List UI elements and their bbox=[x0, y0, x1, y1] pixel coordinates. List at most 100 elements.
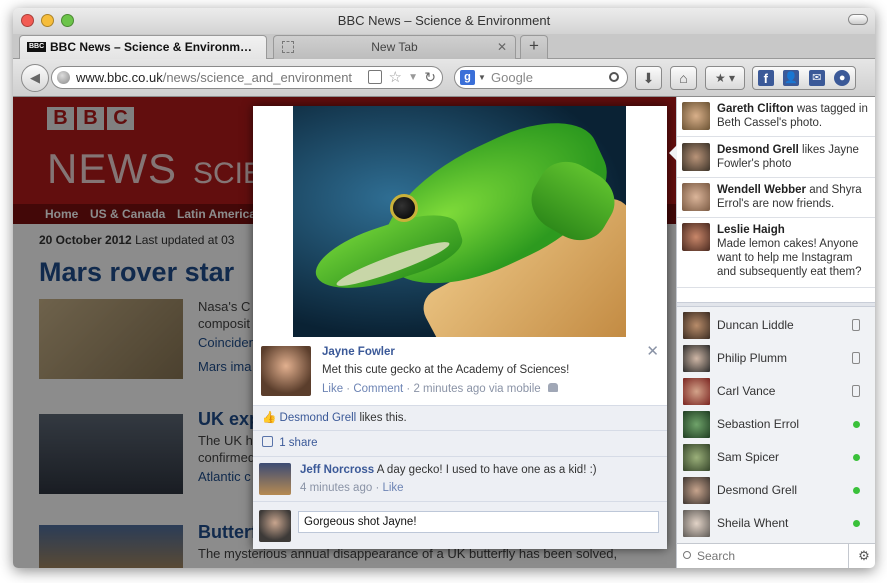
ticker-avatar bbox=[682, 183, 710, 211]
search-engine-dropdown-icon[interactable]: ▼ bbox=[478, 67, 486, 88]
ticker-item-highlighted[interactable]: Desmond Grell likes Jayne Fowler's photo bbox=[677, 137, 875, 178]
chat-search-bar: Search ⚙ bbox=[677, 543, 875, 568]
friend-avatar bbox=[683, 411, 710, 438]
online-status-icon bbox=[853, 487, 860, 494]
chat-friend-philip-plumm[interactable]: Philip Plumm bbox=[677, 342, 875, 375]
ticker-text: Made lemon cakes! Anyone want to help me… bbox=[717, 238, 862, 278]
friend-name: Duncan Liddle bbox=[717, 318, 794, 332]
browser-toolbar: ◀ www.bbc.co.uk/news/science_and_environ… bbox=[13, 59, 875, 97]
online-status-icon bbox=[853, 454, 860, 461]
chat-friend-sebastion-errol[interactable]: Sebastion Errol bbox=[677, 408, 875, 441]
ticker: Gareth Clifton was tagged in Beth Cassel… bbox=[677, 97, 875, 302]
notifications-globe-icon[interactable]: ● bbox=[834, 70, 851, 86]
post-author[interactable]: Jayne Fowler bbox=[322, 346, 395, 358]
messages-icon[interactable]: ✉ bbox=[808, 70, 825, 86]
bookmarks-menu-button[interactable]: ★ ▾ bbox=[705, 66, 745, 90]
gecko-photo[interactable] bbox=[293, 106, 626, 337]
tab-bar: BBC BBC News – Science & Environm… New T… bbox=[13, 34, 875, 59]
window-title: BBC News – Science & Environment bbox=[337, 13, 551, 28]
back-arrow-icon: ◀ bbox=[30, 70, 40, 85]
bookmark-star-icon[interactable]: ☆ bbox=[389, 67, 402, 88]
bbc-favicon-icon: BBC bbox=[27, 42, 47, 52]
online-status-icon bbox=[853, 421, 860, 428]
comment-link[interactable]: Comment bbox=[353, 383, 403, 395]
zoom-window-button[interactable] bbox=[61, 14, 74, 27]
share-icon bbox=[262, 436, 273, 447]
social-toolbar: f 👤 ✉ ● bbox=[752, 66, 856, 90]
new-tab-button[interactable]: + bbox=[520, 35, 548, 59]
ticker-avatar bbox=[682, 102, 710, 130]
tab-label: New Tab bbox=[371, 40, 418, 54]
google-search-engine-icon[interactable]: g bbox=[460, 70, 475, 85]
search-field[interactable]: g ▼ Google bbox=[454, 66, 628, 89]
audience-friends-icon[interactable] bbox=[547, 383, 558, 392]
chat-search-input[interactable]: Search bbox=[677, 544, 849, 568]
address-bar[interactable]: www.bbc.co.uk/news/science_and_environme… bbox=[51, 66, 443, 89]
chat-friend-duncan-liddle[interactable]: Duncan Liddle bbox=[677, 309, 875, 342]
my-avatar bbox=[259, 510, 291, 542]
back-button[interactable]: ◀ bbox=[21, 64, 49, 92]
commenter-avatar[interactable] bbox=[259, 463, 291, 495]
friend-avatar bbox=[683, 510, 710, 537]
friend-requests-icon[interactable]: 👤 bbox=[783, 70, 800, 86]
mobile-icon bbox=[852, 352, 860, 364]
friend-avatar bbox=[683, 444, 710, 471]
ticker-item[interactable]: Gareth Clifton was tagged in Beth Cassel… bbox=[677, 97, 875, 137]
url-path: /news/science_and_environment bbox=[162, 70, 353, 85]
chat-friend-desmond-grell[interactable]: Desmond Grell bbox=[677, 474, 875, 507]
tab-new-tab[interactable]: New Tab ✕ bbox=[273, 35, 516, 59]
facebook-sidebar: Gareth Clifton was tagged in Beth Cassel… bbox=[669, 97, 875, 568]
close-window-button[interactable] bbox=[21, 14, 34, 27]
chat-list: Duncan Liddle Philip Plumm Carl Vance Se… bbox=[677, 309, 875, 541]
ticker-item[interactable]: Leslie Haigh Made lemon cakes! Anyone wan… bbox=[677, 218, 875, 288]
minimize-window-button[interactable] bbox=[41, 14, 54, 27]
chat-friend-sam-spicer[interactable]: Sam Spicer bbox=[677, 441, 875, 474]
thumbs-up-icon: 👍 bbox=[262, 412, 277, 424]
friend-avatar bbox=[683, 312, 710, 339]
post-time: 2 minutes ago via mobile bbox=[413, 383, 541, 395]
browser-window: BBC News – Science & Environment BBC BBC… bbox=[13, 8, 875, 568]
shares-count[interactable]: 1 share bbox=[279, 437, 317, 449]
reader-icon[interactable] bbox=[368, 70, 382, 84]
author-avatar[interactable] bbox=[261, 346, 311, 396]
reply-input[interactable]: Gorgeous shot Jayne! bbox=[298, 511, 659, 533]
like-link[interactable]: Like bbox=[322, 383, 343, 395]
toolbar-toggle-button[interactable] bbox=[848, 14, 868, 25]
reload-icon[interactable]: ↻ bbox=[424, 67, 436, 88]
chat-friend-sheila-whent[interactable]: Sheila Whent bbox=[677, 507, 875, 540]
search-icon bbox=[683, 551, 691, 559]
chat-search-placeholder: Search bbox=[697, 549, 736, 563]
friend-name: Carl Vance bbox=[717, 384, 776, 398]
history-dropdown-icon[interactable]: ▼ bbox=[408, 67, 418, 88]
magnifier-icon[interactable] bbox=[609, 72, 619, 82]
reply-input-value: Gorgeous shot Jayne! bbox=[304, 516, 417, 528]
shares-row: 1 share bbox=[253, 431, 667, 456]
post-actions: Like · Comment · 2 minutes ago via mobil… bbox=[322, 383, 558, 395]
comment-like-link[interactable]: Like bbox=[382, 482, 403, 494]
tab-bbc-news[interactable]: BBC BBC News – Science & Environm… bbox=[19, 35, 267, 59]
likes-text: likes this. bbox=[359, 412, 407, 424]
friend-name: Desmond Grell bbox=[717, 483, 798, 497]
commenter-name[interactable]: Jeff Norcross bbox=[300, 464, 374, 476]
ticker-item[interactable]: Wendell Webber and Shyra Errol's are now… bbox=[677, 178, 875, 218]
close-tab-icon[interactable]: ✕ bbox=[497, 36, 507, 58]
ticker-avatar bbox=[682, 223, 710, 251]
downloads-button[interactable]: ⬇ bbox=[635, 66, 662, 90]
friend-avatar bbox=[683, 378, 710, 405]
tab-label: BBC News – Science & Environm… bbox=[50, 40, 253, 54]
likes-row: 👍 Desmond Grell likes this. bbox=[253, 406, 667, 430]
comment-time: 4 minutes ago bbox=[300, 482, 373, 494]
friend-avatar bbox=[683, 477, 710, 504]
chat-friend-carl-vance[interactable]: Carl Vance bbox=[677, 375, 875, 408]
facebook-icon[interactable]: f bbox=[757, 70, 774, 86]
comment-text: A day gecko! I used to have one as a kid… bbox=[376, 464, 597, 476]
home-button[interactable]: ⌂ bbox=[670, 66, 697, 90]
friend-name: Sam Spicer bbox=[717, 450, 780, 464]
photo-viewer: Jayne Fowler Met this cute gecko at the … bbox=[253, 106, 667, 549]
ticker-name: Gareth Clifton bbox=[717, 103, 794, 115]
chat-options-gear-icon[interactable]: ⚙ bbox=[854, 544, 874, 568]
ticker-resize-handle[interactable] bbox=[677, 302, 875, 307]
liker-name[interactable]: Desmond Grell bbox=[280, 412, 357, 424]
close-icon[interactable]: ✕ bbox=[646, 342, 659, 360]
mobile-icon bbox=[852, 319, 860, 331]
